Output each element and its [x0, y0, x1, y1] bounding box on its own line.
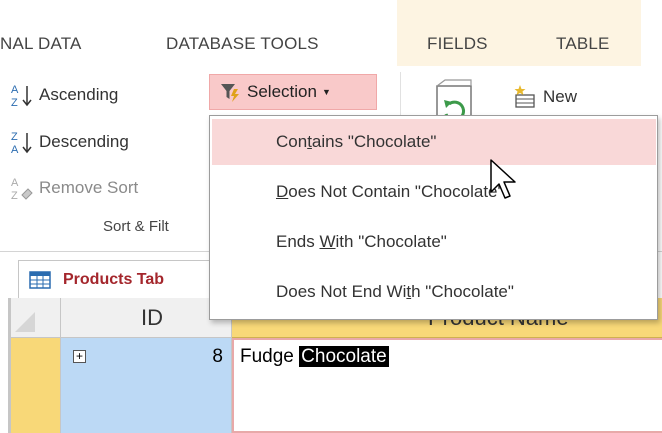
- tab-fields[interactable]: FIELDS: [397, 0, 511, 66]
- record-selector[interactable]: [11, 338, 61, 433]
- menu-item-text-part: oes Not Contain "Chocolate": [288, 182, 504, 201]
- menu-item-contains[interactable]: Contains "Chocolate": [212, 119, 656, 165]
- menu-item-does-not-contain[interactable]: Does Not Contain "Chocolate": [212, 169, 656, 215]
- tab-database-tools-label: DATABASE TOOLS: [166, 34, 319, 53]
- new-record-label: New: [543, 87, 578, 106]
- tab-external-data-label: NAL DATA: [0, 34, 82, 53]
- tab-external-data[interactable]: NAL DATA: [0, 0, 130, 66]
- descending-label: Descending: [39, 132, 129, 151]
- svg-text:A: A: [11, 177, 19, 189]
- products-table-tab-label: Products Tab: [63, 270, 165, 288]
- svg-text:Z: Z: [11, 97, 18, 108]
- svg-text:A: A: [11, 84, 19, 96]
- table-cell-id-value: 8: [212, 346, 223, 367]
- remove-sort-button[interactable]: A Z Remove Sort: [10, 172, 138, 204]
- menu-item-ends-with[interactable]: Ends With "Chocolate": [212, 219, 656, 265]
- menu-item-does-not-end-with-label: Does Not End With "Chocolate": [276, 282, 514, 302]
- sort-filter-group-label: Sort & Filt: [103, 218, 169, 235]
- svg-text:Z: Z: [11, 190, 18, 201]
- menu-item-access-key: D: [276, 182, 289, 201]
- menu-item-does-not-end-with[interactable]: Does Not End With "Chocolate": [212, 269, 656, 315]
- selected-text-highlight: Chocolate: [299, 346, 389, 367]
- remove-sort-icon: A Z: [11, 177, 33, 201]
- svg-text:A: A: [11, 144, 19, 155]
- table-cell-id[interactable]: 8: [101, 338, 232, 433]
- table-cell-product-name[interactable]: Fudge Chocolate: [232, 338, 662, 433]
- selection-button[interactable]: Selection ▼: [209, 74, 377, 110]
- selection-dropdown-menu: Contains "Chocolate" Does Not Contain "C…: [209, 115, 658, 320]
- menu-item-does-not-contain-label: Does Not Contain "Chocolate": [276, 182, 504, 202]
- menu-item-contains-label: Contains "Chocolate": [276, 132, 436, 152]
- new-record-icon: [514, 85, 535, 108]
- product-name-text: Fudge: [240, 346, 300, 367]
- select-all-triangle-icon: [15, 312, 35, 332]
- menu-item-text-part: Does Not End Wi: [276, 282, 407, 301]
- table-icon: [29, 270, 51, 289]
- mouse-pointer-icon: [490, 159, 516, 199]
- ribbon-tab-bar: NAL DATA DATABASE TOOLS FIELDS TABLE: [0, 0, 662, 66]
- tab-table-label: TABLE: [556, 34, 610, 53]
- tab-table[interactable]: TABLE: [511, 0, 641, 66]
- ascending-button[interactable]: A Z Ascending: [10, 79, 118, 111]
- expand-column-header: [61, 298, 101, 338]
- descending-button[interactable]: Z A Descending: [10, 126, 129, 158]
- expand-plus-icon[interactable]: +: [73, 350, 86, 363]
- sort-ascending-icon: A Z: [11, 84, 32, 108]
- products-table-tab[interactable]: Products Tab: [18, 260, 218, 298]
- tab-fields-label: FIELDS: [427, 34, 488, 53]
- menu-item-text-part: h "Chocolate": [411, 282, 514, 301]
- ascending-label: Ascending: [39, 85, 119, 104]
- menu-item-text-part: Con: [276, 132, 308, 151]
- remove-sort-label: Remove Sort: [39, 178, 139, 197]
- chevron-down-icon: ▼: [321, 87, 331, 97]
- menu-item-access-key: W: [319, 232, 336, 251]
- table-row-expand-cell: +: [61, 338, 101, 433]
- sort-descending-icon: Z A: [11, 131, 32, 155]
- menu-item-ends-with-label: Ends With "Chocolate": [276, 232, 447, 252]
- column-header-id-label: ID: [141, 305, 163, 330]
- new-record-button[interactable]: New: [512, 81, 577, 113]
- menu-item-text-part: ith "Chocolate": [335, 232, 447, 251]
- selection-label: Selection: [247, 82, 317, 101]
- svg-text:Z: Z: [11, 131, 18, 143]
- menu-item-text-part: Ends: [276, 232, 320, 251]
- select-all-corner[interactable]: [11, 298, 61, 338]
- menu-item-text-part: ains "Chocolate": [311, 132, 437, 151]
- filter-funnel-icon: [221, 84, 239, 102]
- tab-database-tools[interactable]: DATABASE TOOLS: [150, 0, 370, 66]
